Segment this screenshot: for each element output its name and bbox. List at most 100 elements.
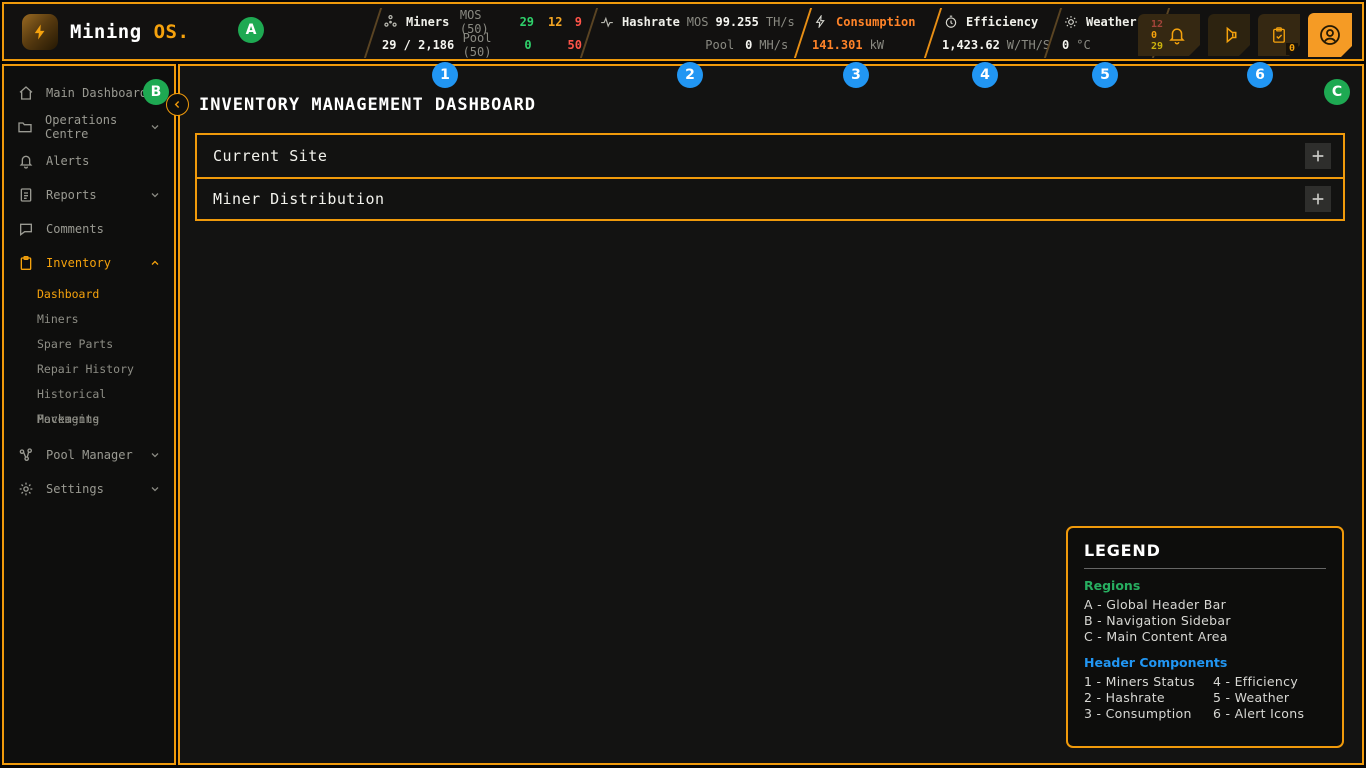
sidebar-item-inventory[interactable]: Inventory [4, 246, 174, 280]
clipboard-badge: 0 [1286, 43, 1298, 55]
bell-count-warning: 0 [1151, 30, 1163, 41]
hashrate-mos-unit: TH/s [766, 15, 795, 29]
sidebar-subitem-spare-parts[interactable]: Spare Parts [4, 332, 174, 357]
legend-region-a: A - Global Header Bar [1084, 597, 1326, 613]
hashrate-pool-label: Pool [705, 38, 738, 52]
clipboard-check-icon [1270, 26, 1288, 44]
annotation-region-b: B [143, 79, 169, 105]
miners-pool-crit: 50 [568, 38, 582, 52]
comment-icon [17, 221, 34, 237]
speaker-icon [1219, 25, 1239, 45]
panel-title: Miner Distribution [213, 190, 385, 208]
file-text-icon [17, 187, 34, 203]
panel-miner-distribution[interactable]: Miner Distribution [197, 177, 1343, 219]
sidebar-item-label: Pool Manager [46, 448, 133, 462]
efficiency-value: 1,423.62 [942, 38, 1000, 52]
header-alert-icons: 12 0 29 0 [1138, 13, 1352, 57]
stopwatch-icon [942, 15, 959, 29]
miners-pool-ok: 0 [524, 38, 546, 52]
sidebar-item-pool-manager[interactable]: Pool Manager [4, 438, 174, 472]
annotation-region-c: C [1324, 79, 1350, 105]
annotation-marker-3: 3 [843, 62, 869, 88]
bell-icon [1167, 25, 1187, 45]
chevron-down-icon [149, 483, 161, 495]
miners-status-segment: Miners MOS (50) 29 12 9 29 / 2,186 Pool … [382, 10, 582, 57]
profile-button[interactable] [1308, 13, 1352, 57]
sidebar-collapse-button[interactable] [166, 93, 189, 116]
miners-mos-ok: 29 [520, 15, 541, 29]
folder-icon [17, 119, 33, 135]
miners-count: 29 / 2,186 [382, 38, 456, 52]
activity-pulse-icon [598, 15, 615, 29]
weather-value: 0 [1062, 38, 1069, 52]
sidebar-item-operations-centre[interactable]: Operations Centre [4, 110, 174, 144]
sidebar-item-label: Reports [46, 188, 97, 202]
hashrate-pool-value: 0 [745, 38, 752, 52]
legend-component-2: 2 - Hashrate [1084, 690, 1197, 706]
tasks-clipboard-button[interactable]: 0 [1258, 14, 1300, 56]
sidebar-item-alerts[interactable]: Alerts [4, 144, 174, 178]
hashrate-label: Hashrate [622, 15, 680, 29]
sidebar-item-label: Inventory [46, 256, 111, 270]
lightning-bolt-icon [31, 23, 49, 41]
legend-component-1: 1 - Miners Status [1084, 674, 1197, 690]
hashrate-mos-value: 99.255 [715, 15, 758, 29]
sidebar-subitem-dashboard[interactable]: Dashboard [4, 282, 174, 307]
panel-title: Current Site [213, 147, 327, 165]
sidebar-item-settings[interactable]: Settings [4, 472, 174, 506]
sidebar-item-reports[interactable]: Reports [4, 178, 174, 212]
chevron-down-icon [149, 189, 161, 201]
main-content-area: INVENTORY MANAGEMENT DASHBOARD Current S… [178, 64, 1364, 765]
mute-speaker-button[interactable] [1208, 14, 1250, 56]
page-title: INVENTORY MANAGEMENT DASHBOARD [199, 95, 536, 115]
miners-pool-label: Pool (50) [463, 31, 518, 59]
hashrate-segment: Hashrate MOS 99.255 TH/s Pool 0 MH/s [598, 10, 794, 57]
annotation-marker-5: 5 [1092, 62, 1118, 88]
bell-count-info: 29 [1151, 41, 1163, 52]
efficiency-segment: Efficiency 1,423.62 W/TH/S [942, 10, 1054, 57]
app-title: Mining OS. [70, 21, 189, 43]
annotation-region-a: A [238, 17, 264, 43]
panel-current-site[interactable]: Current Site [197, 135, 1343, 177]
weather-unit: °C [1076, 38, 1090, 52]
sidebar-item-comments[interactable]: Comments [4, 212, 174, 246]
sidebar-subitem-repair-history[interactable]: Repair History [4, 357, 174, 382]
global-header-bar: Mining OS. Miners MOS (50) 29 12 9 29 / … [2, 2, 1364, 61]
annotation-legend: LEGEND Regions A - Global Header Bar B -… [1066, 526, 1344, 748]
clipboard-icon [17, 255, 34, 271]
sidebar-item-label: Comments [46, 222, 104, 236]
annotation-marker-4: 4 [972, 62, 998, 88]
sidebar-subitem-historical-movements[interactable]: Historical Movements [4, 382, 174, 407]
navigation-sidebar: Main Dashboard Operations Centre Alerts … [2, 64, 176, 765]
bell-icon [17, 153, 34, 169]
legend-component-6: 6 - Alert Icons [1213, 706, 1326, 722]
notifications-bell-button[interactable]: 12 0 29 [1138, 14, 1200, 56]
annotation-marker-6: 6 [1247, 62, 1273, 88]
nodes-cluster-icon [382, 14, 399, 29]
legend-region-c: C - Main Content Area [1084, 629, 1326, 645]
sidebar-item-label: Operations Centre [45, 113, 137, 141]
legend-divider [1084, 568, 1326, 569]
bell-count-critical: 12 [1151, 19, 1163, 30]
chevron-down-icon [149, 449, 161, 461]
legend-regions-heading: Regions [1084, 578, 1326, 593]
weather-label: Weather [1086, 15, 1137, 29]
expand-miner-distribution-button[interactable] [1305, 186, 1331, 212]
miners-mos-crit: 9 [575, 15, 582, 29]
lightning-icon [812, 15, 829, 28]
hashrate-pool-unit: MH/s [759, 38, 794, 52]
legend-title: LEGEND [1084, 541, 1326, 560]
sun-icon [1062, 15, 1079, 29]
screen: Mining OS. Miners MOS (50) 29 12 9 29 / … [0, 0, 1366, 768]
inventory-submenu: Dashboard Miners Spare Parts Repair Hist… [4, 280, 174, 438]
sidebar-subitem-miners[interactable]: Miners [4, 307, 174, 332]
legend-component-3: 3 - Consumption [1084, 706, 1197, 722]
sidebar-item-label: Settings [46, 482, 104, 496]
consumption-segment: Consumption 141.301 kW [812, 10, 932, 57]
expand-current-site-button[interactable] [1305, 143, 1331, 169]
sidebar-subitem-packaging[interactable]: Packaging [4, 407, 174, 432]
efficiency-unit: W/TH/S [1007, 38, 1050, 52]
plus-icon [1310, 148, 1326, 164]
app-logo: Mining OS. [22, 14, 189, 50]
sidebar-item-label: Main Dashboard [46, 86, 147, 100]
